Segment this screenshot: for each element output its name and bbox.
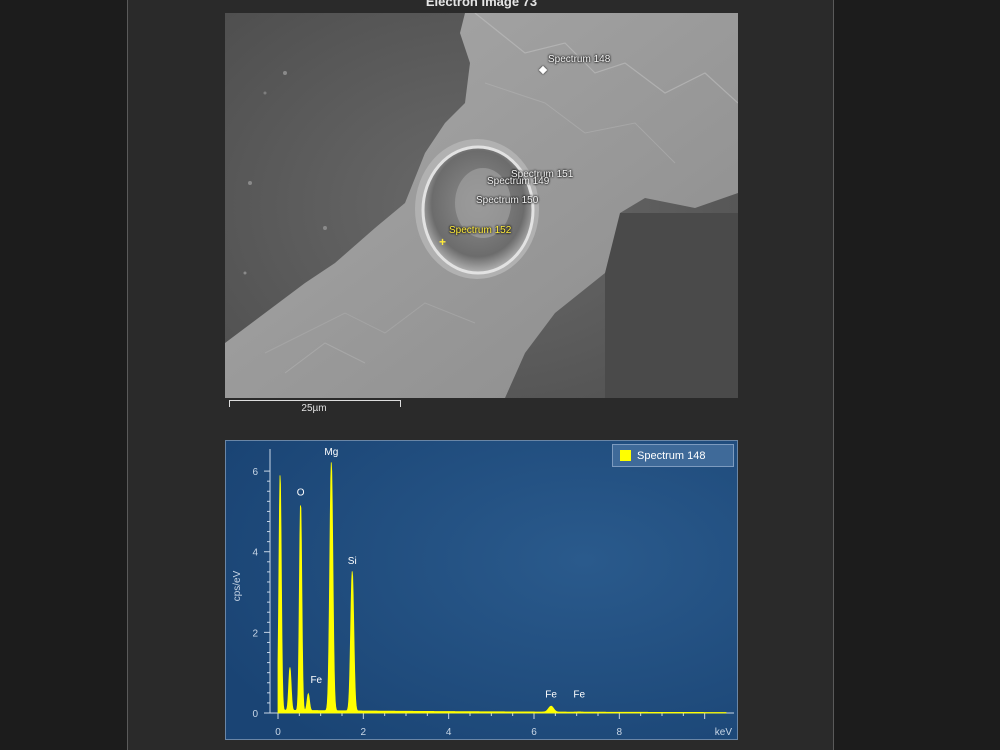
y-tick-label: 4: [252, 548, 258, 559]
x-tick-label: 8: [617, 727, 623, 738]
spectrum-label-150[interactable]: Spectrum 150: [476, 195, 538, 206]
y-tick-label: 0: [252, 709, 258, 720]
x-tick-label: 2: [361, 727, 367, 738]
x-tick-label: 4: [446, 727, 452, 738]
y-tick-label: 2: [252, 628, 258, 639]
x-tick-label: 6: [531, 727, 537, 738]
electron-image-title: Electron Image 73: [425, 0, 538, 9]
peak-label-o: O: [297, 487, 305, 498]
left-gutter: [0, 0, 128, 750]
scale-bar-label: 25µm: [301, 403, 327, 414]
legend-swatch-yellow: [620, 450, 631, 461]
spectrum-chart: 0 2 4 6 8 keV 0 2 4 6 cps/eV O Fe Mg Si Fe Fe: [226, 441, 737, 739]
peak-label-fe: Fe: [310, 675, 322, 686]
peak-label-fe: Fe: [573, 689, 585, 700]
x-tick-label: 0: [275, 727, 281, 738]
y-axis-label: cps/eV: [232, 570, 243, 601]
right-gutter: [833, 0, 1000, 750]
spectrum-152-marker[interactable]: +: [439, 236, 446, 248]
peak-label-si: Si: [348, 556, 357, 567]
y-tick-label: 6: [252, 467, 258, 478]
peak-label-fe: Fe: [545, 690, 557, 701]
spectrum-label-149[interactable]: Spectrum 149: [487, 176, 549, 187]
spectrum-legend[interactable]: Spectrum 148: [612, 444, 734, 467]
peak-label-mg: Mg: [324, 447, 338, 458]
spectrum-label-152[interactable]: Spectrum 152: [449, 225, 511, 236]
x-axis-label: keV: [715, 727, 733, 738]
spectrum-label-148[interactable]: Spectrum 148: [548, 54, 610, 65]
legend-label: Spectrum 148: [637, 449, 706, 462]
spectrum-plot[interactable]: 0 2 4 6 8 keV 0 2 4 6 cps/eV O Fe Mg Si Fe Fe: [225, 440, 738, 740]
